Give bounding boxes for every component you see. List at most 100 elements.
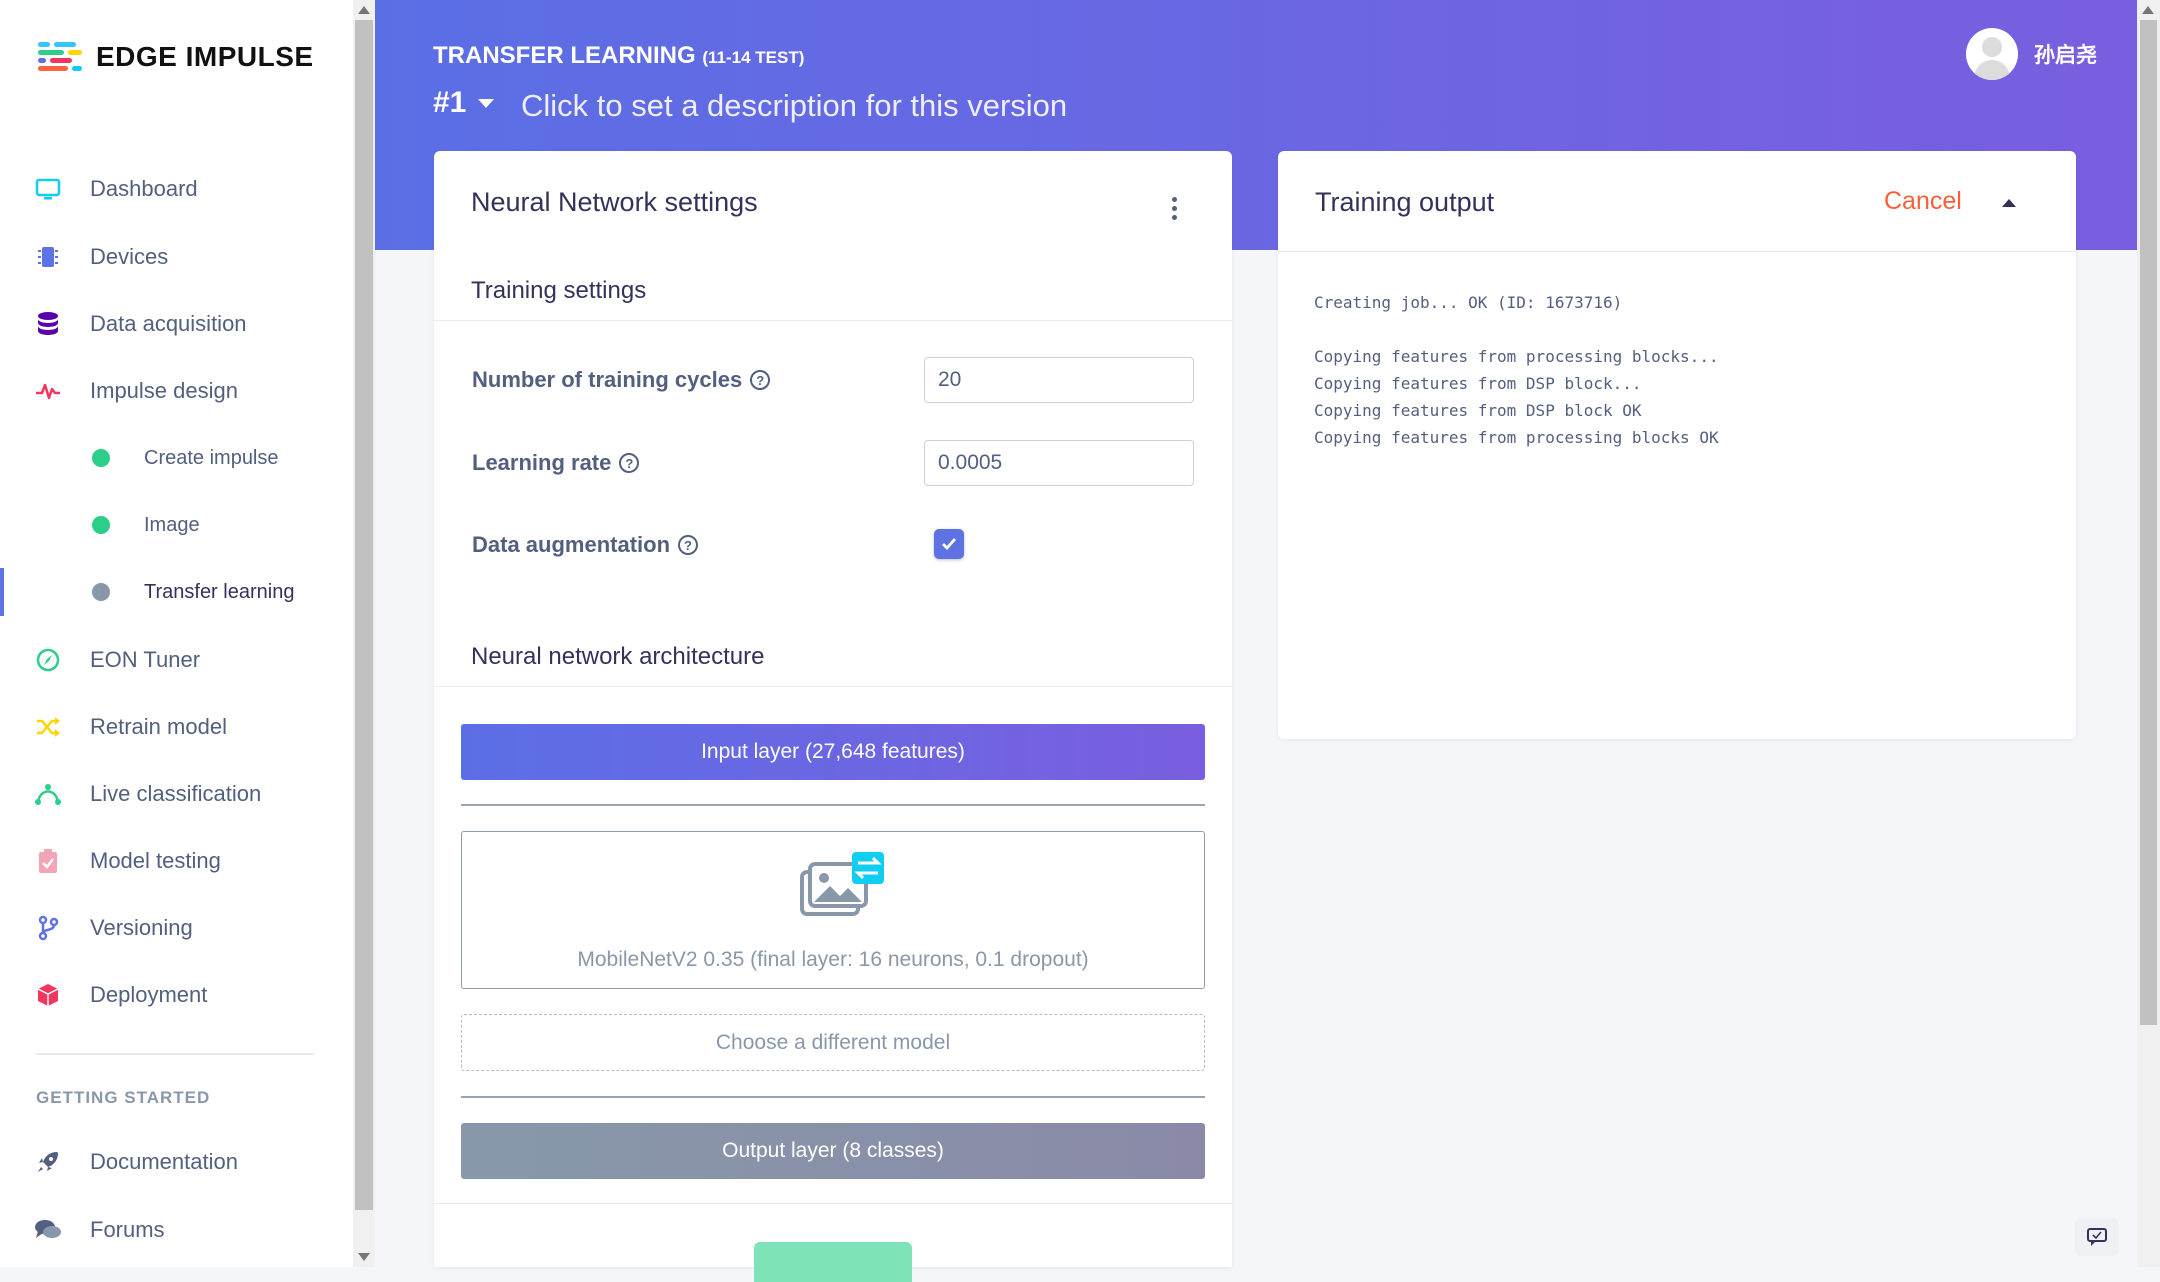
comments-icon [34,1216,62,1244]
clipboard-check-icon [34,847,62,875]
sidebar-item-label: EON Tuner [90,647,201,672]
transfer-images-icon [800,852,884,916]
card-title: Training output [1315,187,1495,217]
status-current-icon [92,583,110,601]
chevron-down-icon [478,98,495,108]
start-training-button[interactable] [754,1242,912,1282]
sidebar-item-devices[interactable]: Devices [0,229,353,285]
avatar [1966,28,2018,80]
status-done-icon [92,516,110,534]
shuffle-icon [34,713,62,741]
version-selector[interactable]: #1 [433,86,495,120]
divider [434,320,1232,321]
neural-network-settings-card: Neural Network settings Training setting… [434,151,1232,1282]
scrollbar-thumb[interactable] [355,20,373,1210]
compass-icon [34,646,62,674]
architecture-heading: Neural network architecture [471,643,765,670]
user-name: 孙启尧 [2034,44,2097,67]
data-augmentation-checkbox[interactable] [934,529,964,559]
sidebar-item-transfer-learning[interactable]: Transfer learning [0,564,353,620]
sidebar-item-data-acquisition[interactable]: Data acquisition [0,296,353,352]
training-cycles-label: Number of training cycles ? [472,367,771,393]
bezier-icon [34,780,62,808]
layer-separator [461,1096,1205,1098]
sidebar-scrollbar[interactable] [353,0,375,1267]
user-menu[interactable]: 孙启尧 [1966,28,2097,80]
sidebar-item-versioning[interactable]: Versioning [0,900,353,956]
sidebar-item-eon-tuner[interactable]: EON Tuner [0,632,353,688]
divider [434,1203,1232,1204]
cancel-training-button[interactable]: Cancel [1884,187,1962,216]
scroll-up-arrow-icon[interactable] [2142,6,2154,14]
version-description-link[interactable]: Click to set a description for this vers… [521,88,1067,124]
sidebar-item-impulse-design[interactable]: Impulse design [0,363,353,419]
app-name: EDGE IMPULSE [96,41,314,72]
data-augmentation-label: Data augmentation ? [472,532,699,558]
sidebar-divider [36,1053,314,1055]
choose-different-model-button[interactable]: Choose a different model [461,1014,1205,1071]
sidebar-item-image[interactable]: Image [0,497,353,553]
output-layer-button[interactable]: Output layer (8 classes) [461,1123,1205,1179]
sidebar-item-label: Documentation [90,1149,238,1174]
sidebar-item-label: Create impulse [144,446,279,469]
chip-icon [34,243,62,271]
sidebar-item-label: Devices [90,244,169,269]
card-title: Neural Network settings [471,187,758,217]
sidebar-item-dashboard[interactable]: Dashboard [0,161,353,217]
input-layer-button[interactable]: Input layer (27,648 features) [461,724,1205,780]
help-icon[interactable]: ? [678,535,699,555]
scroll-up-arrow-icon[interactable] [358,6,370,14]
rocket-icon [34,1148,62,1176]
status-done-icon [92,449,110,467]
help-icon[interactable]: ? [750,370,771,390]
feedback-button[interactable] [2075,1218,2119,1256]
more-options-icon[interactable] [1172,197,1178,220]
divider [1278,251,2076,252]
divider [434,686,1232,687]
project-name: (11-14 TEST) [702,48,805,67]
sidebar-item-label: Retrain model [90,714,227,739]
sidebar-item-deployment[interactable]: Deployment [0,967,353,1023]
sidebar-item-label: Transfer learning [144,580,295,603]
version-number: #1 [433,86,467,119]
edge-impulse-logo-icon [38,42,82,71]
sidebar-item-label: Model testing [90,848,221,873]
scrollbar-thumb[interactable] [2140,20,2157,1025]
check-icon [942,538,957,551]
layer-separator [461,804,1205,806]
learning-rate-input[interactable] [924,440,1194,486]
pulse-icon [34,377,62,405]
database-icon [34,310,62,338]
logo[interactable]: EDGE IMPULSE [36,40,314,74]
page-scrollbar[interactable] [2137,0,2160,1267]
data-augmentation-row: Data augmentation ? [472,521,1192,569]
sidebar-item-retrain-model[interactable]: Retrain model [0,699,353,755]
training-output-card: Training output Cancel Creating job... O… [1278,151,2076,739]
sidebar-item-label: Live classification [90,781,262,806]
box-icon [34,981,62,1009]
sidebar-item-label: Dashboard [90,176,198,201]
training-cycles-input[interactable] [924,357,1194,403]
page-title-text: TRANSFER LEARNING [433,42,696,69]
section-heading-getting-started: GETTING STARTED [36,1088,211,1107]
user-icon [1982,37,2002,57]
model-layer-box[interactable]: MobileNetV2 0.35 (final layer: 16 neuron… [461,831,1205,989]
training-log: Creating job... OK (ID: 1673716) Copying… [1314,293,1719,447]
branch-icon [34,914,62,942]
sidebar-item-label: Versioning [90,915,193,940]
training-settings-heading: Training settings [471,277,647,304]
monitor-icon [34,175,62,203]
sidebar-item-label: Data acquisition [90,311,247,336]
help-icon[interactable]: ? [619,453,640,473]
sidebar-item-model-testing[interactable]: Model testing [0,833,353,889]
sidebar-item-label: Forums [90,1217,165,1242]
sidebar-item-live-classification[interactable]: Live classification [0,766,353,822]
page-title: TRANSFER LEARNING (11-14 TEST) [433,42,804,70]
sidebar-item-documentation[interactable]: Documentation [0,1134,353,1190]
sidebar-item-create-impulse[interactable]: Create impulse [0,430,353,486]
collapse-caret-icon[interactable] [2002,199,2016,207]
scroll-down-arrow-icon[interactable] [358,1253,370,1261]
sidebar-item-forums[interactable]: Forums [0,1202,353,1258]
sidebar-item-label: Deployment [90,982,208,1007]
learning-rate-label: Learning rate ? [472,450,640,476]
